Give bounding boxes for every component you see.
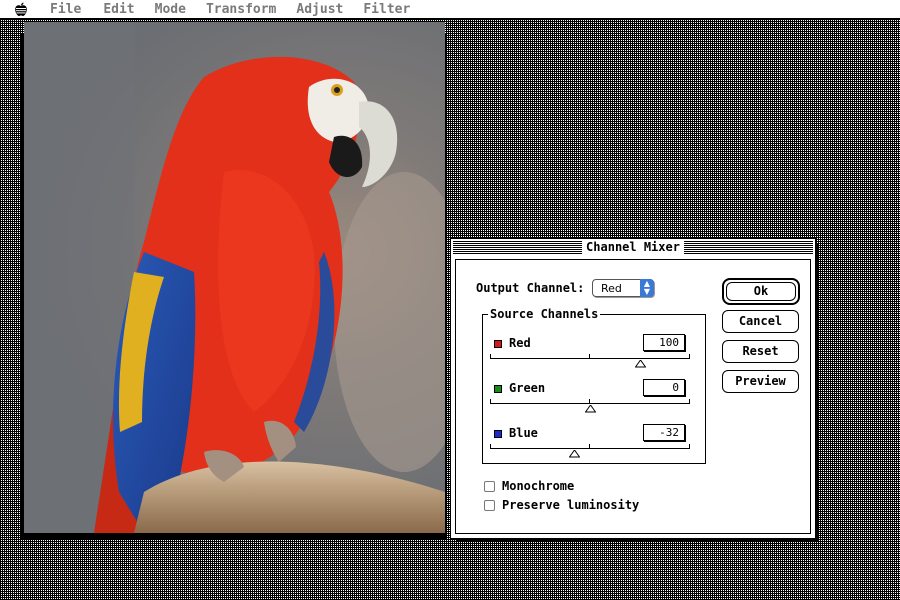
blue-value-field[interactable]: -32 [643, 424, 685, 441]
red-channel-label: Red [509, 336, 531, 350]
blue-channel-label: Blue [509, 426, 538, 440]
monochrome-label: Monochrome [502, 479, 575, 493]
macaw-photo [24, 22, 445, 533]
green-slider-tick-mid [589, 399, 590, 403]
preview-button[interactable]: Preview [722, 370, 799, 393]
apple-menu-icon[interactable] [14, 2, 34, 17]
channel-mixer-dialog: Channel Mixer Output Channel: Red ▲ ▼ Sou… [450, 238, 816, 539]
green-channel-label: Green [509, 381, 546, 395]
menu-edit[interactable]: Edit [103, 2, 134, 17]
red-swatch [494, 340, 502, 348]
source-channels-title: Source Channels [488, 307, 601, 321]
menu-filter[interactable]: Filter [363, 2, 410, 17]
blue-slider-thumb[interactable] [568, 450, 580, 458]
output-channel-value: Red [601, 282, 622, 295]
monochrome-checkbox[interactable] [484, 481, 495, 492]
dialog-content: Output Channel: Red ▲ ▼ Source Channels R… [455, 259, 811, 534]
preserve-luminosity-label: Preserve luminosity [502, 498, 640, 512]
green-slider-tick-right [689, 399, 690, 403]
output-channel-label: Output Channel: [476, 281, 585, 295]
green-slider-tick-left [490, 399, 491, 403]
menu-transform[interactable]: Transform [206, 2, 276, 17]
green-slider-thumb[interactable] [584, 405, 596, 413]
ok-button[interactable]: Ok [726, 282, 796, 301]
red-slider-tick-right [689, 354, 690, 358]
blue-slider-tick-left [490, 444, 491, 448]
green-swatch [494, 385, 502, 393]
menu-file[interactable]: File [50, 2, 81, 17]
red-slider-track[interactable] [490, 358, 690, 359]
menu-mode[interactable]: Mode [155, 2, 186, 17]
select-arrows-icon: ▲ ▼ [640, 279, 654, 297]
reset-button[interactable]: Reset [722, 340, 799, 363]
cancel-button[interactable]: Cancel [722, 310, 799, 333]
blue-slider-tick-right [689, 444, 690, 448]
blue-slider-tick-mid [589, 444, 590, 448]
red-slider-tick-left [490, 354, 491, 358]
blue-swatch [494, 430, 502, 438]
red-slider-thumb[interactable] [634, 360, 646, 368]
preserve-luminosity-checkbox[interactable] [484, 500, 495, 511]
red-slider-tick-mid [589, 354, 590, 358]
green-slider-track[interactable] [490, 403, 690, 404]
menu-adjust[interactable]: Adjust [296, 2, 343, 17]
red-value-field[interactable]: 100 [643, 334, 685, 351]
blue-slider-track[interactable] [490, 448, 690, 449]
green-value-field[interactable]: 0 [643, 379, 685, 396]
dialog-titlebar[interactable]: Channel Mixer [453, 240, 813, 255]
menu-bar: File Edit Mode Transform Adjust Filter [0, 0, 900, 19]
output-channel-select[interactable]: Red ▲ ▼ [592, 279, 654, 297]
dialog-title: Channel Mixer [582, 240, 684, 254]
